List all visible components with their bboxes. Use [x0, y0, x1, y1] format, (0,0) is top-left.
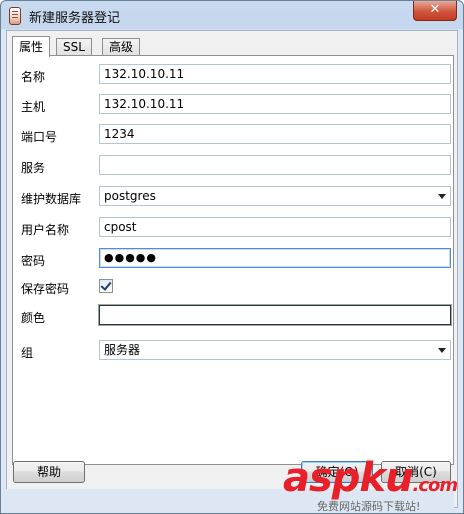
dialog-window: 新建服务器登记 ✕ 属性 SSL 高级 名称 132.10.10.11 主机 1…: [0, 0, 464, 514]
color-picker[interactable]: [98, 304, 452, 326]
window-title: 新建服务器登记: [29, 11, 121, 26]
title-bar[interactable]: 新建服务器登记 ✕: [1, 1, 463, 29]
name-label: 名称: [21, 70, 46, 84]
color-label: 颜色: [21, 311, 46, 325]
password-input[interactable]: ●●●●●: [99, 248, 451, 268]
ok-button[interactable]: 确定(O): [301, 461, 373, 483]
service-label: 服务: [21, 161, 46, 175]
dialog-client: 属性 SSL 高级 名称 132.10.10.11 主机 132.10.10.1…: [6, 30, 458, 508]
properties-panel: 名称 132.10.10.11 主机 132.10.10.11 端口号 1234…: [12, 55, 454, 465]
username-label: 用户名称: [21, 223, 70, 237]
port-label: 端口号: [21, 130, 58, 144]
dropdown-arrow-icon[interactable]: [438, 348, 446, 353]
tab-properties[interactable]: 属性: [12, 36, 51, 57]
maintenance-db-label: 维护数据库: [21, 192, 82, 206]
save-password-checkbox[interactable]: [99, 279, 113, 293]
service-input[interactable]: [99, 155, 451, 175]
dropdown-arrow-icon[interactable]: [438, 194, 446, 199]
cancel-button[interactable]: 取消(C): [381, 461, 451, 483]
maintenance-db-select[interactable]: postgres: [99, 186, 451, 206]
status-bar: [6, 489, 454, 509]
username-input[interactable]: cpost: [99, 217, 451, 237]
tab-ssl[interactable]: SSL: [56, 38, 92, 56]
group-label: 组: [21, 346, 34, 360]
host-label: 主机: [21, 100, 46, 114]
maintenance-db-value: postgres: [104, 189, 156, 203]
port-input[interactable]: 1234: [99, 124, 451, 144]
host-input[interactable]: 132.10.10.11: [99, 94, 451, 114]
group-value: 服务器: [104, 343, 141, 357]
name-input[interactable]: 132.10.10.11: [99, 64, 451, 84]
group-select[interactable]: 服务器: [99, 340, 451, 360]
close-button[interactable]: ✕: [413, 1, 457, 21]
tab-advanced[interactable]: 高级: [102, 38, 141, 56]
save-password-label: 保存密码: [21, 282, 70, 296]
checkmark-icon: [100, 279, 112, 291]
password-label: 密码: [21, 254, 46, 268]
help-button[interactable]: 帮助: [13, 461, 85, 483]
database-server-icon: [9, 7, 21, 25]
